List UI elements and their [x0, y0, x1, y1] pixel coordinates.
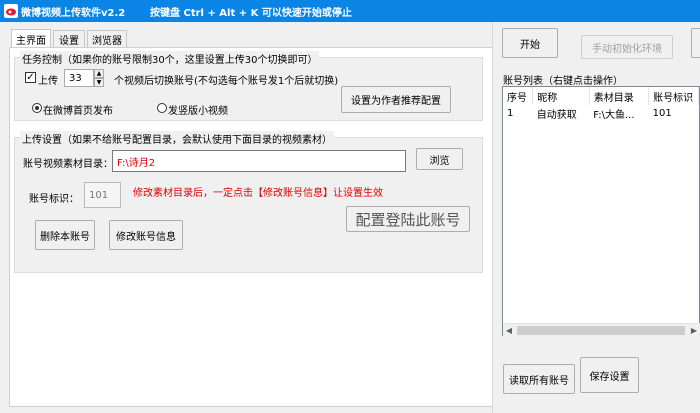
- radio-vertical-video-label: 发竖版小视频: [168, 106, 228, 117]
- account-table: 序号 昵称 素材目录 账号标识 1 自动获取 F:\大鱼... 101: [503, 87, 699, 121]
- table-cell: F:\大鱼...: [593, 109, 635, 121]
- warning-text: 修改素材目录后，一定点击【修改账号信息】让设置生效: [133, 188, 383, 199]
- switch-account-text: 个视频后切换账号(不勾选每个账号发1个后就切换): [114, 76, 339, 87]
- column-header[interactable]: 序号: [503, 87, 534, 105]
- save-settings-button[interactable]: 保存设置: [580, 357, 639, 393]
- table-header: 序号 昵称 素材目录 账号标识: [503, 87, 699, 105]
- radio-vertical-video[interactable]: [157, 103, 167, 113]
- read-all-accounts-button[interactable]: 读取所有账号: [503, 364, 575, 394]
- scroll-left-icon[interactable]: ◀: [503, 324, 515, 337]
- browse-button[interactable]: 浏览: [416, 148, 463, 170]
- radio-weibo-home[interactable]: [32, 103, 42, 113]
- init-env-button[interactable]: 手动初始化环境: [581, 35, 673, 59]
- column-header[interactable]: 素材目录: [589, 87, 650, 105]
- account-list-title: 账号列表（右键点击操作）: [503, 76, 623, 87]
- upload-count-input[interactable]: 33: [64, 69, 94, 87]
- spin-up-icon[interactable]: ▲: [94, 69, 104, 78]
- account-id-label: 账号标识：: [29, 194, 79, 205]
- app-icon: [4, 4, 18, 18]
- offscreen-button[interactable]: [691, 28, 700, 58]
- scroll-right-icon[interactable]: ▶: [688, 324, 700, 337]
- account-list[interactable]: 序号 昵称 素材目录 账号标识 1 自动获取 F:\大鱼... 101: [502, 86, 700, 336]
- title-bar: 微博视频上传软件v2.2 按键盘 Ctrl + Alt + K 可以快速开始或停…: [0, 0, 700, 22]
- hotkey-hint: 按键盘 Ctrl + Alt + K 可以快速开始或停止: [150, 8, 352, 19]
- tab-browser[interactable]: 浏览器: [87, 30, 127, 47]
- panel-divider: [492, 22, 493, 413]
- tab-settings[interactable]: 设置: [53, 30, 85, 47]
- scrollbar-thumb[interactable]: [517, 326, 685, 335]
- table-cell: 1: [507, 107, 514, 119]
- dir-label: 账号视频素材目录：: [23, 159, 113, 170]
- account-id-input[interactable]: 101: [84, 182, 121, 208]
- start-button[interactable]: 开始: [502, 28, 558, 58]
- upload-settings-title: 上传设置（如果不给账号配置目录，会默认使用下面目录的视频素材）: [20, 131, 334, 146]
- horizontal-scrollbar[interactable]: ◀ ▶: [503, 323, 700, 336]
- upload-checkbox[interactable]: ✓: [25, 72, 36, 83]
- column-header[interactable]: 账号标识: [648, 87, 699, 105]
- delete-account-button[interactable]: 删除本账号: [35, 220, 95, 250]
- table-cell: 101: [652, 107, 672, 119]
- table-row[interactable]: 1 自动获取 F:\大鱼... 101: [503, 105, 699, 121]
- upload-checkbox-label: 上传: [38, 76, 58, 87]
- table-cell: 自动获取: [536, 109, 577, 121]
- modify-account-button[interactable]: 修改账号信息: [109, 220, 183, 250]
- window-title: 微博视频上传软件v2.2: [21, 8, 126, 19]
- config-login-button[interactable]: 配置登陆此账号: [346, 206, 470, 232]
- task-control-title: 任务控制（如果你的账号限制30个，这里设置上传30个切换即可）: [20, 51, 320, 66]
- radio-weibo-home-label: 在微博首页发布: [43, 106, 113, 117]
- dir-input[interactable]: F:\诗月2: [112, 150, 406, 172]
- recommend-config-button[interactable]: 设置为作者推荐配置: [341, 86, 451, 113]
- spin-down-icon[interactable]: ▼: [94, 78, 104, 87]
- column-header[interactable]: 昵称: [532, 87, 590, 105]
- tab-main[interactable]: 主界面: [11, 29, 51, 48]
